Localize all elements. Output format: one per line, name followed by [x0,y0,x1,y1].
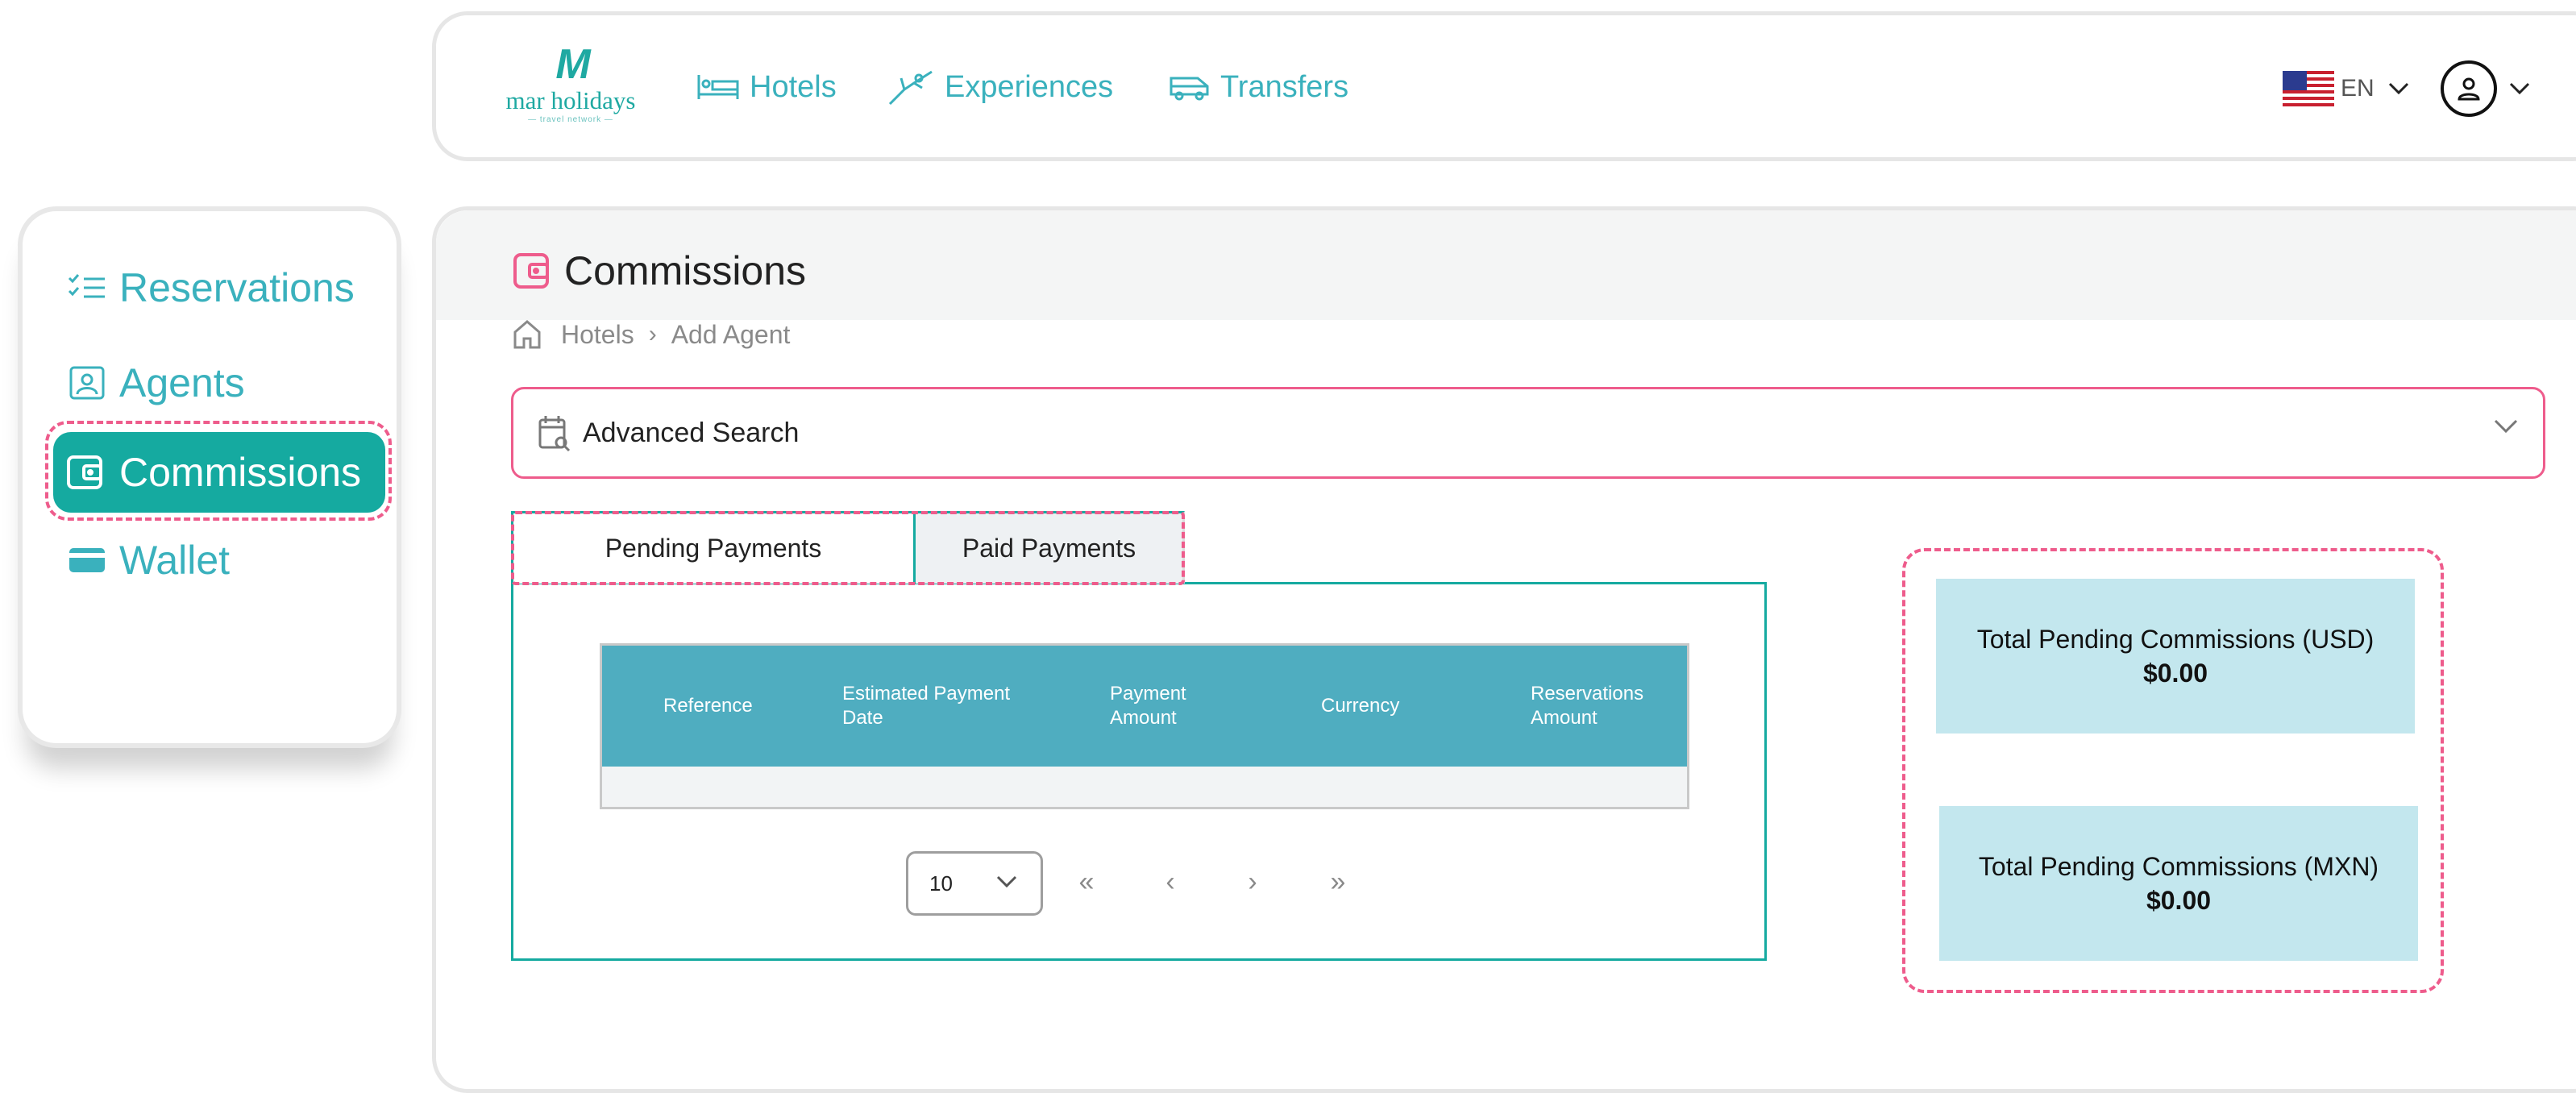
advanced-search-toggle[interactable]: Advanced Search [511,387,2545,479]
brand-name: mar holidays [505,86,636,114]
van-icon [1170,77,1209,101]
nav-experiences[interactable]: Experiences [887,64,1113,110]
wallet-icon [67,455,102,489]
previous-page-button[interactable]: ‹ [1154,864,1186,900]
language-selector[interactable]: EN [2283,66,2410,111]
brand-mark: M [555,41,590,88]
sidebar-item-label: Reservations [119,265,355,310]
nav-transfers[interactable]: Transfers [1169,64,1348,110]
breadcrumb-add-agent[interactable]: Add Agent [671,320,791,350]
checklist-icon [68,274,105,298]
sidebar-item-wallet[interactable]: Wallet [68,529,230,592]
page-size-select[interactable]: 10 [906,851,1043,916]
total-pending-mxn-card: Total Pending Commissions (MXN) $0.00 [1939,806,2418,961]
calendar-search-icon [538,416,571,452]
sidebar-item-label: Wallet [119,538,231,583]
page-title: Commissions [513,242,806,300]
nav-hotels[interactable]: Hotels [696,64,837,110]
brand-tagline: — travel network — [528,115,613,124]
table-header: Reference Estimated Payment Date Payment… [602,646,1687,767]
diver-icon [888,70,933,106]
bed-icon [697,75,739,99]
first-page-button[interactable]: « [1070,864,1103,900]
sidebar-item-agents[interactable]: Agents [68,351,245,414]
brand-logo[interactable]: M mar holidays — travel network — [498,42,643,131]
agent-id-icon [69,366,105,400]
total-mxn-value: $0.00 [2146,886,2212,915]
breadcrumb-separator: › [648,321,657,347]
language-code: EN [2341,75,2374,102]
card-icon [69,548,105,572]
last-page-button[interactable]: » [1322,864,1354,900]
sidebar-item-label: Commissions [119,450,362,495]
column-header-payment-amount[interactable]: Payment Amount [1110,646,1215,767]
total-usd-value: $0.00 [2142,659,2208,688]
chevron-down-icon [996,875,1017,888]
column-header-estimated-payment-date[interactable]: Estimated Payment Date [842,646,1028,767]
page-title-text: Commissions [564,248,807,293]
chevron-down-icon [2388,82,2408,95]
breadcrumb-hotels[interactable]: Hotels [561,320,634,350]
us-flag-icon [2283,71,2334,106]
total-usd-label: Total Pending Commissions (USD) [1976,625,2374,654]
sidebar-item-label: Agents [119,360,245,405]
page-size-value: 10 [929,871,953,896]
user-avatar-icon [2441,60,2497,117]
chevron-down-icon [2509,82,2530,95]
wallet-icon [513,253,549,289]
breadcrumb: Hotels › Add Agent [513,314,790,355]
total-mxn-label: Total Pending Commissions (MXN) [1978,852,2379,881]
tabs-highlight [511,511,1185,585]
sidebar-item-reservations[interactable]: Reservations [68,256,355,319]
column-header-currency[interactable]: Currency [1321,646,1399,767]
chevron-down-icon [2494,419,2518,434]
home-icon[interactable] [513,319,542,350]
column-header-reservations-amount[interactable]: Reservations Amount [1531,646,1668,767]
next-page-button[interactable]: › [1236,864,1269,900]
nav-experiences-label: Experiences [945,69,1114,104]
total-pending-usd-card: Total Pending Commissions (USD) $0.00 [1936,579,2415,734]
nav-transfers-label: Transfers [1220,69,1349,104]
sidebar-item-commissions[interactable]: Commissions [53,432,385,513]
commissions-table: Reference Estimated Payment Date Payment… [600,643,1689,809]
user-menu[interactable] [2441,56,2531,121]
column-header-reference[interactable]: Reference [663,646,753,767]
advanced-search-label: Advanced Search [583,417,800,448]
nav-hotels-label: Hotels [750,69,837,104]
